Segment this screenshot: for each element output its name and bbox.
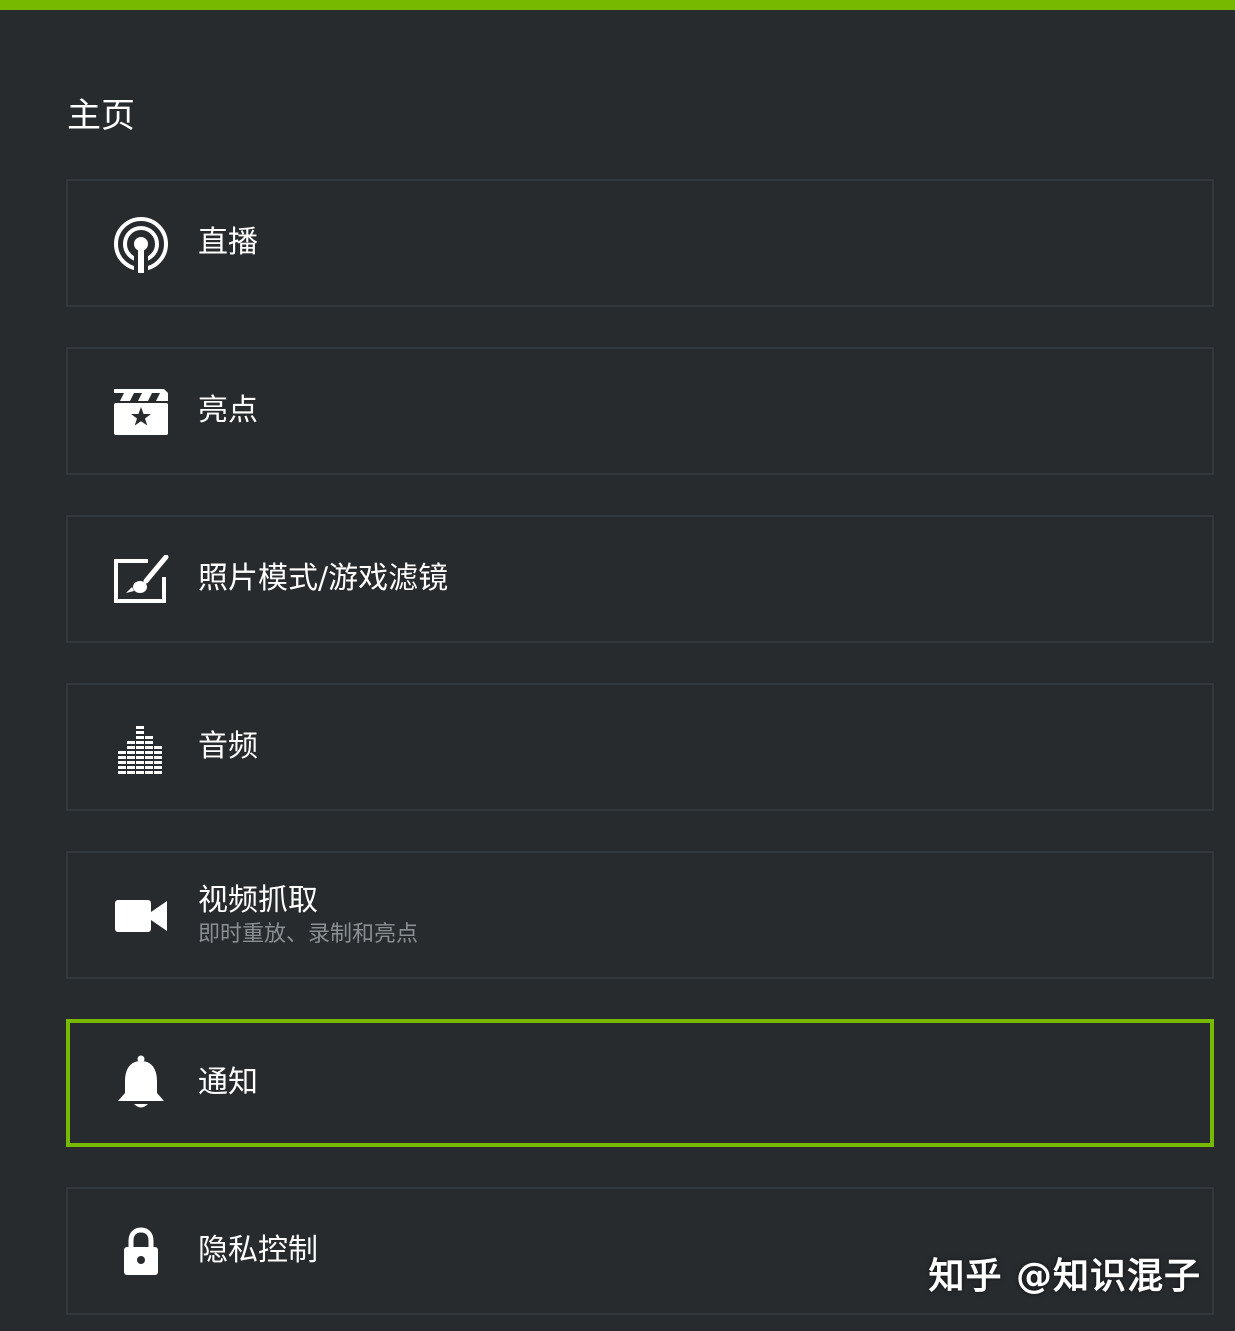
- lock-icon: [112, 1223, 170, 1281]
- menu-item-video-capture[interactable]: 视频抓取 即时重放、录制和亮点: [66, 851, 1214, 979]
- photo-mode-icon: [112, 551, 170, 609]
- video-camera-icon: [112, 887, 170, 945]
- menu-item-sublabel: 即时重放、录制和亮点: [198, 922, 419, 947]
- page-title: 主页: [67, 96, 135, 136]
- menu-item-label: 亮点: [198, 393, 258, 428]
- broadcast-icon: [112, 215, 170, 273]
- menu-item-audio[interactable]: 音频: [66, 683, 1214, 811]
- menu-item-photo-mode[interactable]: 照片模式/游戏滤镜: [66, 515, 1214, 643]
- watermark-text: 知乎 @知识混子: [928, 1256, 1201, 1297]
- audio-equalizer-icon: [112, 719, 170, 777]
- menu-item-label: 照片模式/游戏滤镜: [198, 561, 449, 596]
- menu-item-label: 通知: [198, 1065, 258, 1100]
- top-accent-bar: [0, 0, 1235, 10]
- menu-list: 直播 亮点 照片模式/游戏滤镜 音频 视频抓取 即时重放、录制和亮点 通知 隐私…: [66, 179, 1214, 1331]
- menu-item-label: 直播: [198, 225, 258, 260]
- highlights-icon: [112, 383, 170, 441]
- menu-item-notifications[interactable]: 通知: [66, 1019, 1214, 1147]
- menu-item-label: 隐私控制: [198, 1233, 318, 1268]
- menu-item-broadcast[interactable]: 直播: [66, 179, 1214, 307]
- bell-icon: [112, 1055, 170, 1113]
- menu-item-label: 视频抓取: [198, 883, 318, 918]
- menu-item-highlights[interactable]: 亮点: [66, 347, 1214, 475]
- menu-item-label: 音频: [198, 729, 258, 764]
